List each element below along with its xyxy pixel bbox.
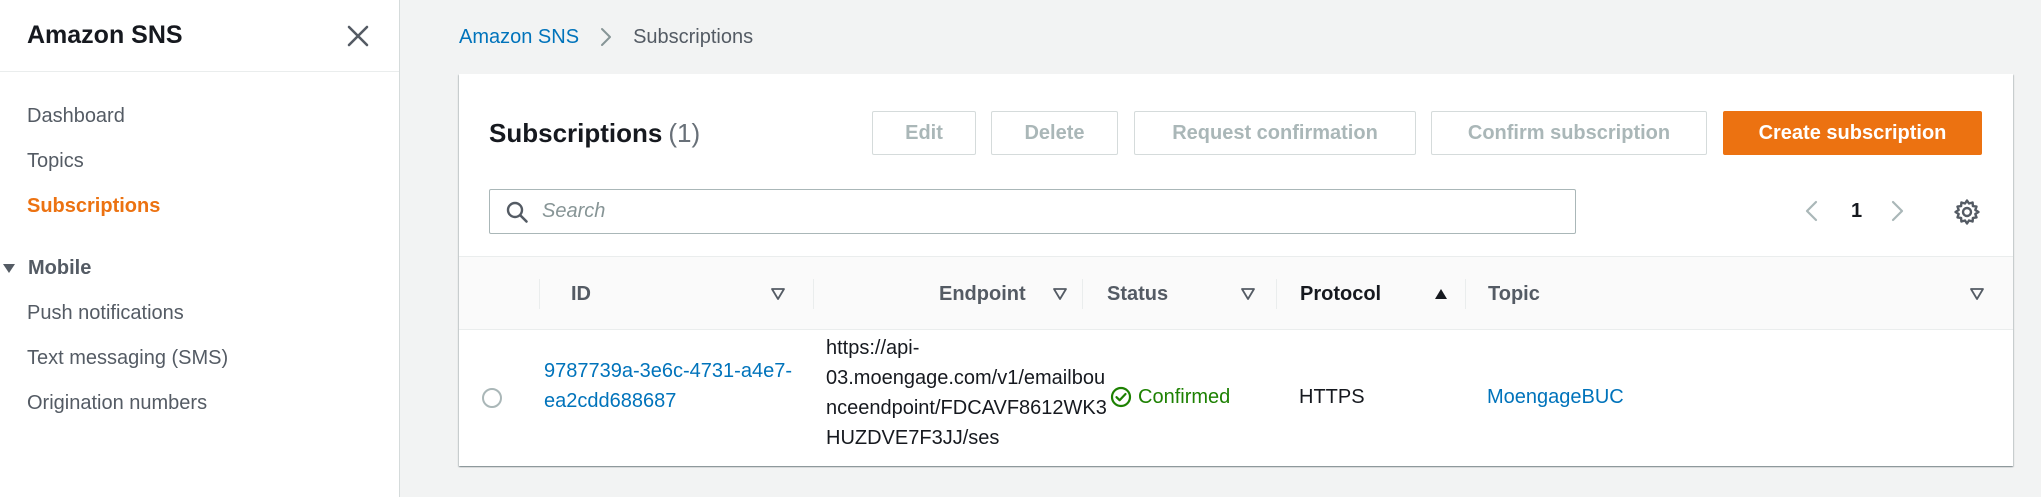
gear-icon[interactable] <box>1953 198 1981 226</box>
sort-caret-down-icon[interactable] <box>770 286 786 302</box>
subscription-id-line: 9787739a-3e6c-4731-a4e7- <box>544 360 792 382</box>
sort-caret-down-icon[interactable] <box>1052 286 1068 302</box>
sidebar-item-label: Topics <box>27 150 84 172</box>
topic-link[interactable]: MoengageBUC <box>1487 382 1624 412</box>
chevron-right-icon <box>596 27 616 47</box>
sort-caret-up-icon[interactable] <box>1433 286 1449 302</box>
sidebar-header: Amazon SNS <box>0 0 399 72</box>
check-circle-icon <box>1110 386 1132 408</box>
sns-console: Amazon SNS Dashboard Topics Subscription… <box>0 0 2041 497</box>
sidebar-item-label: Origination numbers <box>27 392 208 414</box>
sidebar: Amazon SNS Dashboard Topics Subscription… <box>0 0 400 497</box>
table-header: ID Endpoint Status Protocol Topic <box>459 256 2013 330</box>
search-box[interactable] <box>489 189 1576 234</box>
caret-down-icon <box>2 261 16 275</box>
column-header-endpoint[interactable]: Endpoint <box>939 257 1026 331</box>
sidebar-title: Amazon SNS <box>27 21 183 49</box>
status-text: Confirmed <box>1138 386 1231 408</box>
chevron-right-icon[interactable] <box>1885 199 1909 223</box>
column-header-id[interactable]: ID <box>571 257 591 331</box>
close-icon[interactable] <box>343 21 373 51</box>
breadcrumb: Amazon SNS Subscriptions <box>459 22 753 52</box>
row-select-radio[interactable] <box>482 388 502 408</box>
column-header-topic[interactable]: Topic <box>1488 257 1540 331</box>
sidebar-item-push-notifications[interactable]: Push notifications <box>0 291 399 336</box>
endpoint-line: https://api- <box>826 337 920 359</box>
pagination: 1 <box>1800 191 1909 231</box>
search-input[interactable] <box>542 200 1542 223</box>
panel-title: Subscriptions (1) <box>489 118 700 149</box>
sort-caret-down-icon[interactable] <box>1969 286 1985 302</box>
sidebar-item-label: Dashboard <box>27 105 125 127</box>
create-subscription-button[interactable]: Create subscription <box>1723 111 1982 155</box>
main-content: Amazon SNS Subscriptions Subscriptions (1… <box>400 0 2041 497</box>
panel-title-text: Subscriptions <box>489 118 663 148</box>
column-divider <box>1082 279 1083 309</box>
subscription-id-line: ea2cdd688687 <box>544 390 677 412</box>
sidebar-item-dashboard[interactable]: Dashboard <box>0 94 399 139</box>
column-header-status[interactable]: Status <box>1107 257 1168 331</box>
sidebar-item-label: Text messaging (SMS) <box>27 347 229 369</box>
status-badge: Confirmed <box>1110 382 1230 412</box>
chevron-left-icon[interactable] <box>1800 199 1824 223</box>
sidebar-item-label: Push notifications <box>27 302 184 324</box>
edit-button[interactable]: Edit <box>872 111 976 155</box>
column-divider <box>539 279 540 309</box>
subscription-count: (1) <box>668 118 701 148</box>
endpoint-line: 03.moengage.com/v1/emailbou <box>826 367 1106 389</box>
sidebar-item-text-messaging[interactable]: Text messaging (SMS) <box>0 336 399 381</box>
endpoint-cell: https://api- 03.moengage.com/v1/emailbou… <box>826 333 1107 453</box>
endpoint-line: nceendpoint/FDCAVF8612WK3 <box>826 397 1107 419</box>
sidebar-item-origination-numbers[interactable]: Origination numbers <box>0 381 399 426</box>
protocol-cell: HTTPS <box>1299 386 1365 408</box>
sidebar-item-topics[interactable]: Topics <box>0 139 399 184</box>
column-header-protocol[interactable]: Protocol <box>1300 257 1381 331</box>
sidebar-nav: Dashboard Topics Subscriptions Mobile Pu… <box>0 72 399 426</box>
sidebar-item-subscriptions[interactable]: Subscriptions <box>0 184 399 229</box>
endpoint-line: HUZDVE7F3JJ/ses <box>826 427 1000 449</box>
sidebar-section-label: Mobile <box>28 256 92 279</box>
confirm-subscription-button[interactable]: Confirm subscription <box>1431 111 1707 155</box>
column-divider <box>1276 279 1277 309</box>
table-row: 9787739a-3e6c-4731-a4e7- ea2cdd688687 ht… <box>459 330 2013 466</box>
subscription-id-link[interactable]: 9787739a-3e6c-4731-a4e7- ea2cdd688687 <box>544 356 792 416</box>
delete-button[interactable]: Delete <box>991 111 1118 155</box>
request-confirmation-button[interactable]: Request confirmation <box>1134 111 1416 155</box>
sidebar-section-mobile[interactable]: Mobile <box>0 245 399 291</box>
breadcrumb-current: Subscriptions <box>633 25 754 48</box>
subscriptions-panel: Subscriptions (1) Edit Delete Request con… <box>459 74 2013 466</box>
page-number[interactable]: 1 <box>1851 200 1862 223</box>
column-divider <box>1465 279 1466 309</box>
breadcrumb-link-amazon-sns[interactable]: Amazon SNS <box>459 26 579 49</box>
search-icon <box>505 200 529 224</box>
sort-caret-down-icon[interactable] <box>1240 286 1256 302</box>
column-divider <box>813 279 814 309</box>
sidebar-item-label: Subscriptions <box>27 195 161 217</box>
